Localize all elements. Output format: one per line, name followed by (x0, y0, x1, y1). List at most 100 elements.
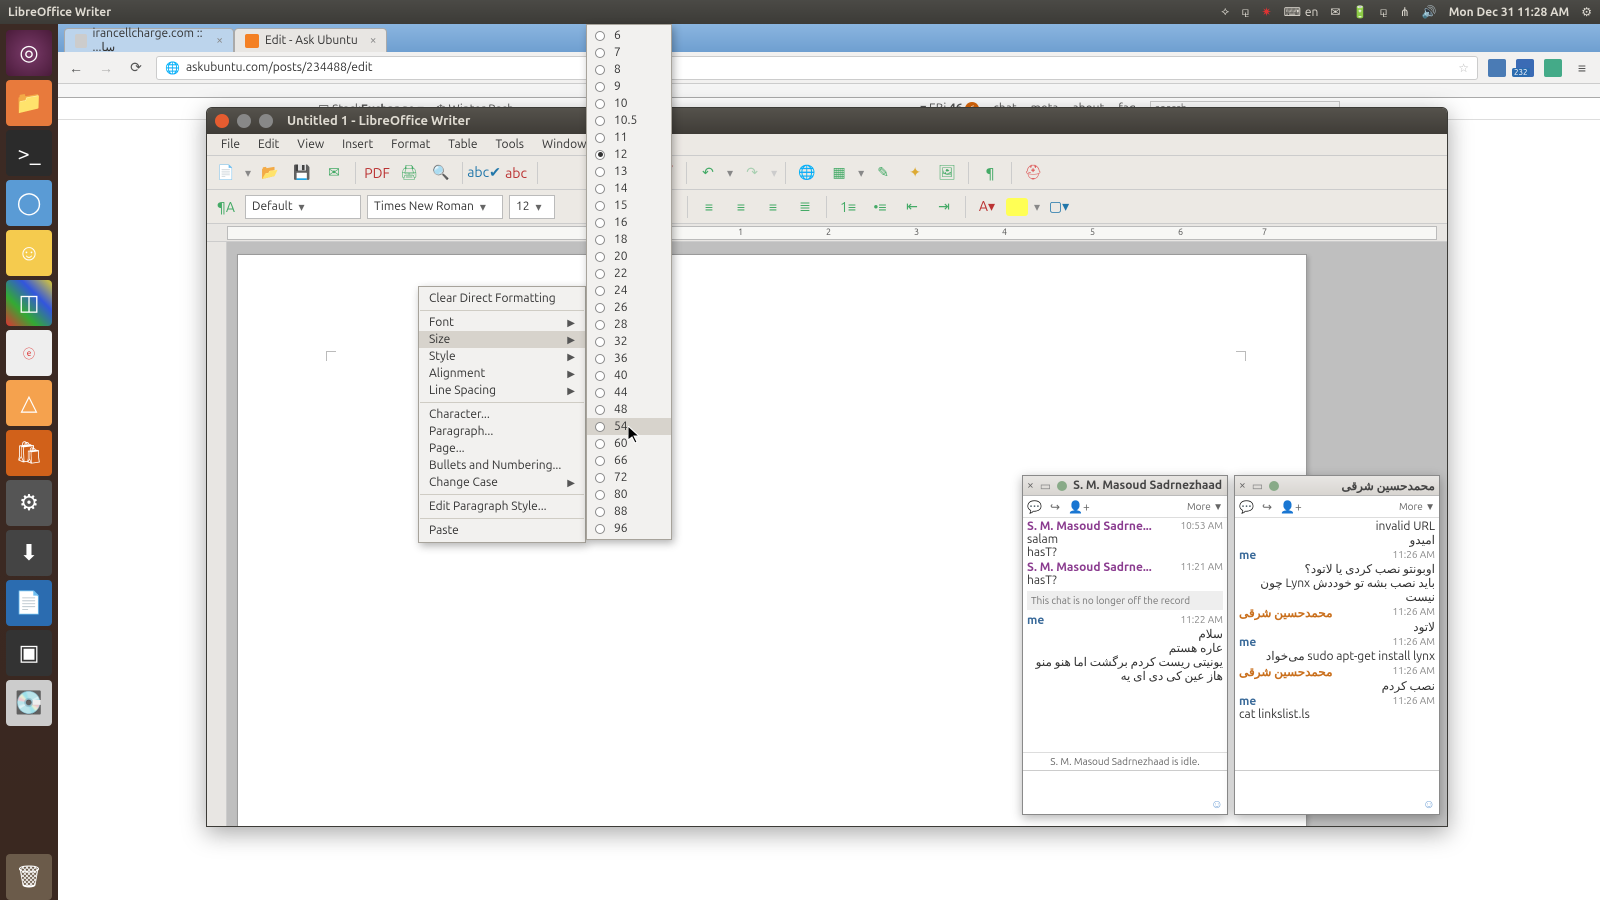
decrease-indent-icon[interactable]: ⇤ (899, 194, 925, 220)
window-close-button[interactable] (215, 114, 229, 128)
ctx-paragraph[interactable]: Paragraph... (419, 423, 585, 440)
paragraph-style-combo[interactable]: Default▾ (245, 195, 361, 219)
keyboard-indicator[interactable]: ⌨ en (1284, 5, 1319, 19)
chat-close-icon[interactable]: × (1239, 479, 1246, 492)
size-option-96[interactable]: 96 (587, 520, 671, 537)
volume-icon[interactable]: 🔊 (1422, 5, 1437, 19)
chromium-icon[interactable]: ◯ (6, 180, 52, 226)
ctx-character[interactable]: Character... (419, 406, 585, 423)
font-color2-icon[interactable]: A▾ (974, 194, 1000, 220)
size-option-44[interactable]: 44 (587, 384, 671, 401)
chat-header[interactable]: × ▭ محمدحسین شرقی (1235, 476, 1439, 496)
files-icon[interactable]: 📁 (6, 80, 52, 126)
chat-input[interactable]: ☺ (1023, 770, 1227, 814)
app-icon-4[interactable]: ⬇ (6, 530, 52, 576)
align-center-icon[interactable]: ≡ (728, 194, 754, 220)
gallery-icon[interactable]: 🖼 (934, 160, 960, 186)
chat-header[interactable]: × ▭ S. M. Masoud Sadrnezhaad (1023, 476, 1227, 496)
workspace-icon[interactable]: ▣ (6, 630, 52, 676)
vertical-ruler[interactable] (207, 242, 227, 826)
menu-tools[interactable]: Tools (487, 136, 532, 153)
bullet-list-icon[interactable]: •≡ (867, 194, 893, 220)
wrench-icon[interactable]: ≡ (1572, 58, 1592, 78)
font-size-combo[interactable]: 12▾ (509, 195, 555, 219)
size-option-14[interactable]: 14 (587, 180, 671, 197)
clock[interactable]: Mon Dec 31 11:28 AM (1449, 6, 1570, 19)
size-option-10.5[interactable]: 10.5 (587, 112, 671, 129)
app-icon-2[interactable]: ◫ (6, 280, 52, 326)
vlc-icon[interactable]: △ (6, 380, 52, 426)
bluetooth2-icon[interactable]: ⚼ (1379, 5, 1387, 19)
bookmark-star-icon[interactable]: ☆ (1458, 61, 1469, 75)
chat-more-button[interactable]: More ▼ (1187, 501, 1223, 513)
chat-more-button[interactable]: More ▼ (1399, 501, 1435, 513)
hyperlink-icon[interactable]: 🌐 (794, 160, 820, 186)
chat-add-icon[interactable]: 👤+ (1068, 500, 1090, 514)
wifi-icon[interactable]: ⋔ (1400, 5, 1410, 19)
chat-messages[interactable]: S. M. Masoud Sadrne...10:53 AMsalamhasT?… (1023, 518, 1227, 752)
chat-close-icon[interactable]: × (1027, 479, 1034, 492)
emoji-icon[interactable]: ☺ (1211, 797, 1223, 811)
size-option-7[interactable]: 7 (587, 44, 671, 61)
size-option-36[interactable]: 36 (587, 350, 671, 367)
extension-icon[interactable] (1544, 59, 1562, 77)
ctx-page[interactable]: Page... (419, 440, 585, 457)
back-button[interactable]: ← (66, 58, 86, 78)
size-option-15[interactable]: 15 (587, 197, 671, 214)
highlight-icon[interactable] (1006, 198, 1028, 216)
size-option-32[interactable]: 32 (587, 333, 671, 350)
tab-close-icon[interactable]: × (370, 34, 377, 47)
writer-icon[interactable]: 📄 (6, 580, 52, 626)
chat-messages[interactable]: invalid URLامیدوme11:26 AMاوبونتو نصب کر… (1235, 518, 1439, 770)
menu-format[interactable]: Format (383, 136, 438, 153)
menu-edit[interactable]: Edit (250, 136, 287, 153)
redo-icon[interactable]: ↷ (739, 160, 765, 186)
window-minimize-button[interactable] (237, 114, 251, 128)
menu-table[interactable]: Table (440, 136, 485, 153)
size-option-8[interactable]: 8 (587, 61, 671, 78)
styles-icon[interactable]: ¶A (213, 194, 239, 220)
size-option-12[interactable]: 12 (587, 146, 671, 163)
bg-color-icon[interactable]: ▢▾ (1046, 194, 1072, 220)
size-option-6[interactable]: 6 (587, 27, 671, 44)
menu-insert[interactable]: Insert (334, 136, 381, 153)
dropbox-icon[interactable]: ⟡ (1221, 5, 1229, 19)
size-option-20[interactable]: 20 (587, 248, 671, 265)
chat-input[interactable]: ☺ (1235, 770, 1439, 814)
size-option-54[interactable]: 54 (587, 418, 671, 435)
session-icon[interactable]: ⚙ (1581, 5, 1592, 19)
battery-icon[interactable]: 🔋 (1352, 5, 1367, 19)
email-icon[interactable]: ✉ (321, 160, 347, 186)
undo-icon[interactable]: ↶ (695, 160, 721, 186)
numbered-list-icon[interactable]: 1≡ (835, 194, 861, 220)
size-option-48[interactable]: 48 (587, 401, 671, 418)
reload-button[interactable]: ⟳ (126, 58, 146, 78)
new-doc-icon[interactable]: 📄 (213, 160, 239, 186)
chat-add-icon[interactable]: 👤+ (1280, 500, 1302, 514)
size-option-72[interactable]: 72 (587, 469, 671, 486)
emoji-icon[interactable]: ☺ (1423, 797, 1435, 811)
autospell-icon[interactable]: abc (503, 160, 529, 186)
size-option-28[interactable]: 28 (587, 316, 671, 333)
software-center-icon[interactable]: 🛍 (6, 430, 52, 476)
tab-close-icon[interactable]: × (216, 34, 223, 47)
chat-popout-icon[interactable]: ▭ (1040, 479, 1051, 493)
chat-bubble-icon[interactable]: 💬 (1239, 500, 1254, 514)
ctx-clear-formatting[interactable]: Clear Direct Formatting (419, 290, 585, 307)
menu-file[interactable]: File (213, 136, 248, 153)
help-icon[interactable]: ⛑ (1020, 160, 1046, 186)
mail-icon[interactable]: ✉ (1330, 5, 1340, 19)
size-option-66[interactable]: 66 (587, 452, 671, 469)
preview-icon[interactable]: 🔍 (428, 160, 454, 186)
app-icon-3[interactable]: ⓔ (6, 330, 52, 376)
chat-call-icon[interactable]: ↪ (1050, 500, 1060, 514)
dash-icon[interactable]: ◎ (6, 30, 52, 76)
ctx-line-spacing[interactable]: Line Spacing▶ (419, 382, 585, 399)
align-left-icon[interactable]: ≡ (696, 194, 722, 220)
translate-ext-icon[interactable]: 232 (1516, 59, 1534, 77)
ctx-bullets[interactable]: Bullets and Numbering... (419, 457, 585, 474)
ctx-size[interactable]: Size▶ (419, 331, 585, 348)
size-option-13[interactable]: 13 (587, 163, 671, 180)
size-option-40[interactable]: 40 (587, 367, 671, 384)
ctx-font[interactable]: Font▶ (419, 314, 585, 331)
